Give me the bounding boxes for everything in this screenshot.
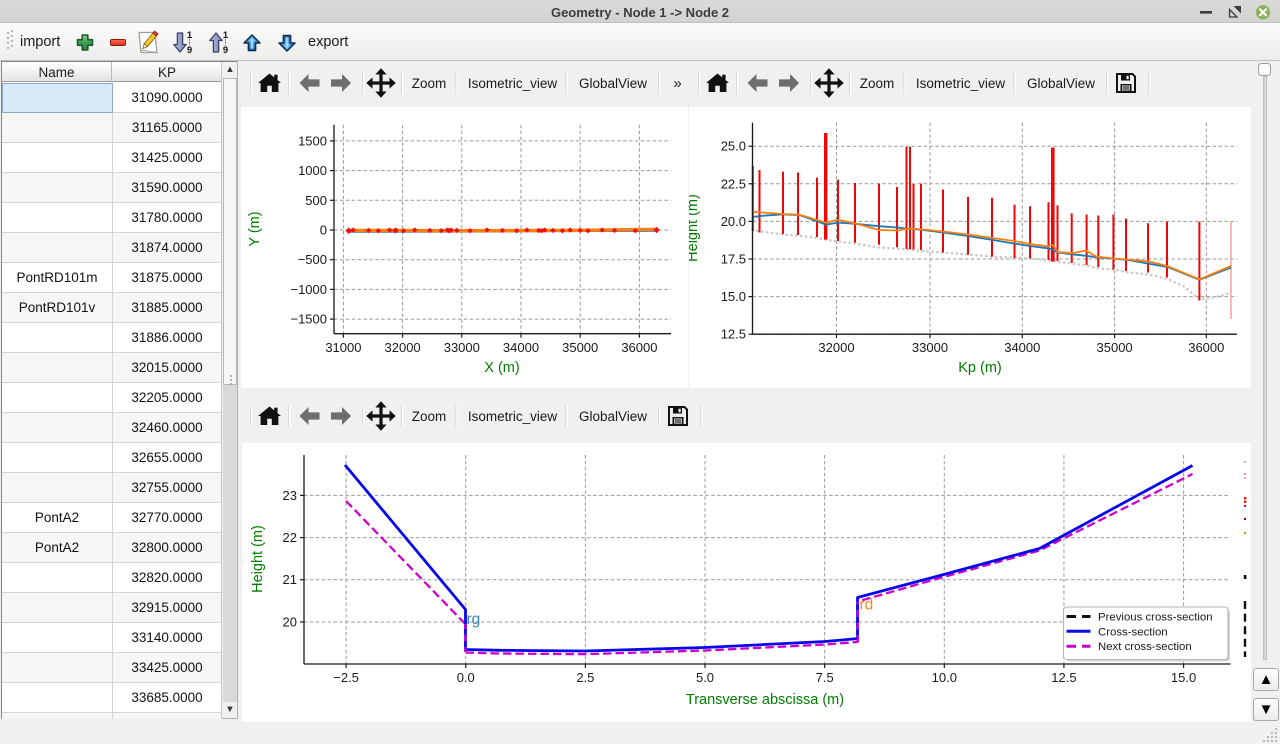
svg-text:Transverse abscissa (m): Transverse abscissa (m) xyxy=(686,692,844,708)
svg-text:2.5: 2.5 xyxy=(576,670,594,685)
svg-text:Zoom: Zoom xyxy=(412,409,447,424)
svg-text:12.5: 12.5 xyxy=(721,327,746,342)
svg-text:GlobalView: GlobalView xyxy=(1027,76,1095,91)
svg-text:1500: 1500 xyxy=(298,133,327,148)
svg-text:34000: 34000 xyxy=(1004,340,1040,355)
svg-text:20.0: 20.0 xyxy=(721,214,746,229)
svg-text:36000: 36000 xyxy=(1188,340,1224,355)
svg-text:−1500: −1500 xyxy=(290,312,327,327)
svg-text:34000: 34000 xyxy=(503,340,539,355)
svg-text:Zoom: Zoom xyxy=(412,76,447,91)
svg-text:23: 23 xyxy=(283,488,297,503)
svg-text:15.0: 15.0 xyxy=(721,289,746,304)
svg-text:X (m): X (m) xyxy=(484,360,519,376)
svg-text:Isometric_view: Isometric_view xyxy=(468,409,558,424)
svg-text:20: 20 xyxy=(283,615,297,630)
svg-text:32000: 32000 xyxy=(385,340,421,355)
svg-text:GlobalView: GlobalView xyxy=(579,409,647,424)
svg-text:Height (m): Height (m) xyxy=(250,525,266,593)
svg-text:Zoom: Zoom xyxy=(860,76,895,91)
svg-text:33000: 33000 xyxy=(444,340,480,355)
svg-text:Y (m): Y (m) xyxy=(247,211,263,246)
svg-text:1: 1 xyxy=(223,30,229,41)
svg-text:33000: 33000 xyxy=(912,340,948,355)
svg-text:Cross-section: Cross-section xyxy=(1098,626,1168,638)
svg-text:Isometric_view: Isometric_view xyxy=(468,76,558,91)
svg-text:GlobalView: GlobalView xyxy=(579,76,647,91)
svg-text:0.0: 0.0 xyxy=(457,670,475,685)
svg-text:»: » xyxy=(673,75,681,92)
svg-text:−2.5: −2.5 xyxy=(333,670,359,685)
svg-text:5.0: 5.0 xyxy=(696,670,714,685)
svg-text:12.5: 12.5 xyxy=(1051,670,1076,685)
svg-text:10.0: 10.0 xyxy=(932,670,957,685)
svg-text:−500: −500 xyxy=(298,252,327,267)
svg-text:Previous cross-section: Previous cross-section xyxy=(1098,612,1213,624)
svg-text:500: 500 xyxy=(305,193,327,208)
svg-text:35000: 35000 xyxy=(562,340,598,355)
svg-text:rg: rg xyxy=(467,611,481,628)
svg-text:9: 9 xyxy=(187,45,192,56)
svg-text:17.5: 17.5 xyxy=(721,252,746,267)
svg-text:22.5: 22.5 xyxy=(721,176,746,191)
svg-text:Next cross-section: Next cross-section xyxy=(1098,641,1192,653)
svg-text:1: 1 xyxy=(187,30,193,41)
svg-text:9: 9 xyxy=(223,45,228,56)
svg-text:Height (m): Height (m) xyxy=(689,194,701,262)
svg-text:1000: 1000 xyxy=(298,163,327,178)
svg-text:22: 22 xyxy=(283,530,297,545)
svg-text:−1000: −1000 xyxy=(290,282,327,297)
svg-text:31000: 31000 xyxy=(325,340,361,355)
svg-text:15.0: 15.0 xyxy=(1171,670,1196,685)
svg-text:Kp (m): Kp (m) xyxy=(958,360,1002,376)
svg-text:rd: rd xyxy=(860,597,874,614)
svg-text:Isometric_view: Isometric_view xyxy=(916,76,1006,91)
svg-text:35000: 35000 xyxy=(1097,340,1133,355)
svg-text:32000: 32000 xyxy=(818,340,854,355)
svg-text:0: 0 xyxy=(320,223,327,238)
svg-text:7.5: 7.5 xyxy=(816,670,834,685)
svg-text:21: 21 xyxy=(283,572,297,587)
svg-text:36000: 36000 xyxy=(621,340,657,355)
svg-text:25.0: 25.0 xyxy=(721,139,746,154)
